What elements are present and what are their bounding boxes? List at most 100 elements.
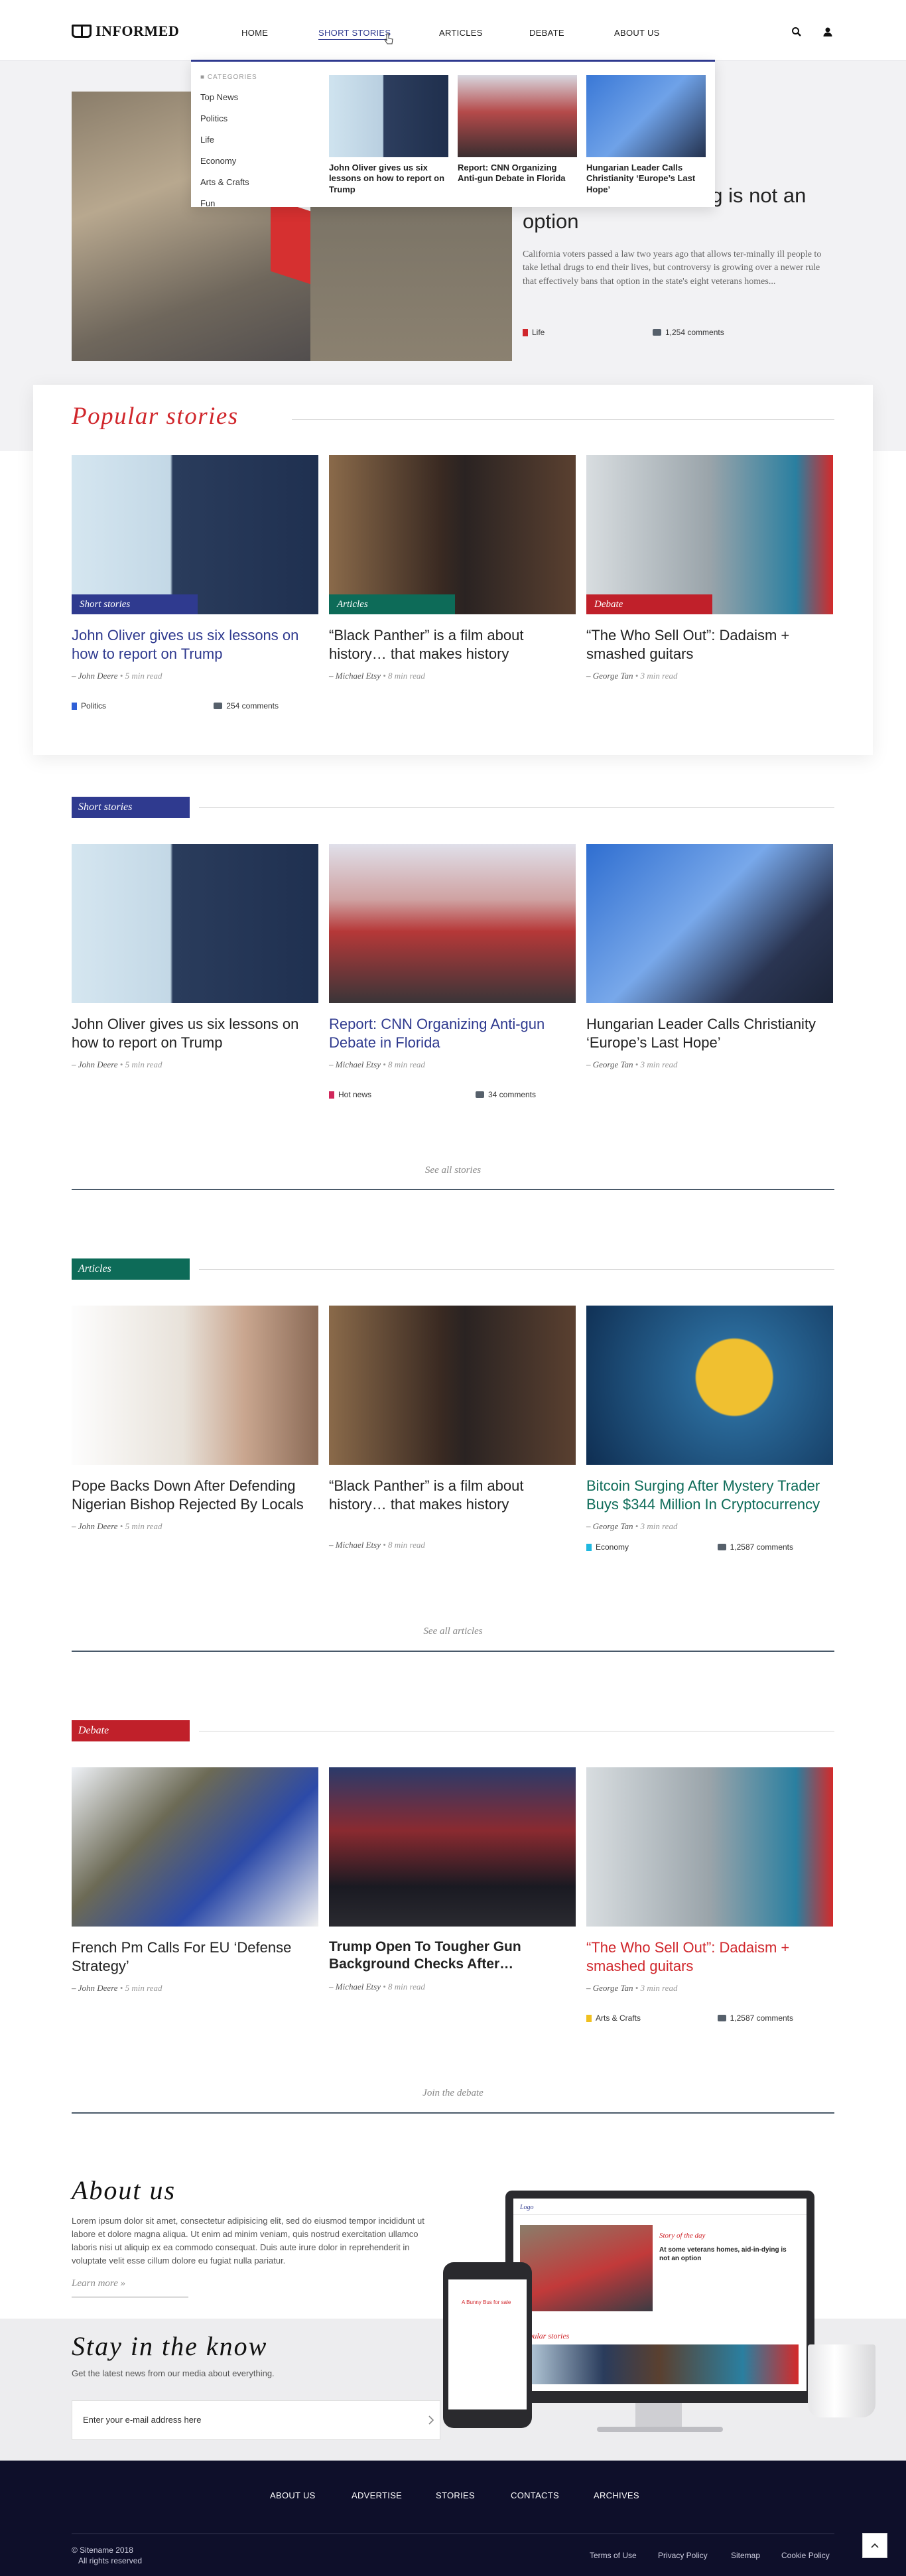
section-label-debate[interactable]: Debate [72, 1720, 190, 1741]
learn-more-link[interactable]: Learn more » [72, 2278, 125, 2289]
nav-short-stories[interactable]: SHORT STORIES [318, 28, 391, 38]
story-title[interactable]: French Pm Calls For EU ‘Defense Strategy… [72, 1938, 318, 1975]
story-category[interactable]: Politics [72, 701, 106, 711]
flag-icon [586, 2014, 592, 2022]
section-bottom-rule [72, 1651, 834, 1652]
footer-contacts[interactable]: CONTACTS [511, 2490, 559, 2500]
story-title[interactable]: “Black Panther” is a film about history…… [329, 1477, 576, 1513]
nav-articles[interactable]: ARTICLES [439, 28, 483, 38]
story-card[interactable]: Trump Open To Tougher Gun Background Che… [329, 1767, 576, 1992]
story-tag[interactable]: Short stories [72, 594, 198, 614]
about-title: About us [72, 2175, 176, 2205]
dropdown-story[interactable]: Report: CNN Organizing Anti-gun Debate i… [458, 75, 577, 184]
story-comments[interactable]: 1,2587 comments [717, 1542, 793, 1552]
logo[interactable]: INFORMED [72, 23, 179, 40]
story-image [586, 1306, 833, 1465]
story-title[interactable]: John Oliver gives us six lessons on how … [72, 1015, 318, 1051]
join-debate-link[interactable]: Join the debate [354, 2088, 552, 2099]
monitor-base [597, 2427, 723, 2432]
story-card[interactable]: Bitcoin Surging After Mystery Trader Buy… [586, 1306, 833, 1552]
story-title[interactable]: John Oliver gives us six lessons on how … [72, 626, 318, 663]
story-comments[interactable]: 1,2587 comments [717, 2013, 793, 2023]
footer-stories[interactable]: STORIES [436, 2490, 475, 2500]
dropdown-title-label: CATEGORIES [207, 74, 257, 81]
author-name: – Michael Etsy [329, 1540, 381, 1550]
hero-category[interactable]: Life [523, 328, 545, 337]
read-time: • 5 min read [117, 1059, 162, 1069]
story-author: – George Tan • 3 min read [586, 1059, 833, 1070]
story-card[interactable]: Short stories John Oliver gives us six l… [72, 455, 318, 711]
dropdown-story[interactable]: John Oliver gives us six lessons on how … [329, 75, 448, 195]
search-icon[interactable] [791, 27, 802, 37]
cat-arts-crafts[interactable]: Arts & Crafts [200, 177, 249, 187]
user-icon[interactable] [822, 27, 833, 37]
story-tag[interactable]: Debate [586, 594, 712, 614]
footer-cookie[interactable]: Cookie Policy [781, 2551, 830, 2560]
category-label: Hot news [338, 1090, 372, 1099]
story-title[interactable]: “The Who Sell Out”: Dadaism + smashed gu… [586, 626, 833, 663]
story-title[interactable]: Trump Open To Tougher Gun Background Che… [329, 1938, 576, 1974]
nav-about-us[interactable]: ABOUT US [614, 28, 660, 38]
see-all-articles-link[interactable]: See all articles [354, 1626, 552, 1637]
story-category[interactable]: Economy [586, 1542, 629, 1552]
nav-home[interactable]: HOME [241, 28, 268, 38]
story-title[interactable]: Report: CNN Organizing Anti-gun Debate i… [329, 1015, 576, 1051]
chevron-right-icon[interactable] [427, 2415, 435, 2425]
story-card[interactable]: Articles “Black Panther” is a film about… [329, 455, 576, 681]
story-title[interactable]: Bitcoin Surging After Mystery Trader Buy… [586, 1477, 833, 1513]
story-card[interactable]: “The Who Sell Out”: Dadaism + smashed gu… [586, 1767, 833, 2023]
see-all-stories-link[interactable]: See all stories [354, 1165, 552, 1176]
category-label: Arts & Crafts [596, 2013, 641, 2023]
email-field[interactable]: Enter your e-mail address here [72, 2400, 440, 2440]
author-name: – Michael Etsy [329, 1059, 381, 1069]
comment-icon [214, 703, 223, 709]
story-card[interactable]: Debate “The Who Sell Out”: Dadaism + sma… [586, 455, 833, 681]
hero-category-label: Life [532, 328, 545, 337]
comments-label: 1,2587 comments [730, 2013, 793, 2023]
mockup-logo: Logo [520, 2204, 534, 2211]
cat-top-news[interactable]: Top News [200, 92, 238, 102]
footer-archives[interactable]: ARCHIVES [594, 2490, 639, 2500]
story-card[interactable]: Report: CNN Organizing Anti-gun Debate i… [329, 844, 576, 1099]
story-author: – George Tan • 3 min read [586, 1983, 833, 1994]
story-card[interactable]: “Black Panther” is a film about history…… [329, 1306, 576, 1550]
cat-economy[interactable]: Economy [200, 156, 236, 166]
copyright: © Sitename 2018 All rights reserved [72, 2545, 142, 2566]
story-category[interactable]: Hot news [329, 1090, 371, 1099]
nav-active-underline [318, 39, 393, 40]
comments-label: 34 comments [487, 1090, 536, 1099]
story-tag[interactable]: Articles [329, 594, 455, 614]
read-time: • 3 min read [633, 1059, 678, 1069]
section-label-articles[interactable]: Articles [72, 1258, 190, 1280]
mockup-story-title: At some veterans homes, aid-in-dying is … [659, 2246, 787, 2262]
story-author: – John Deere • 5 min read [72, 1983, 318, 1994]
cat-life[interactable]: Life [200, 135, 214, 145]
footer-advertise[interactable]: ADVERTISE [352, 2490, 402, 2500]
dropdown-story[interactable]: Hungarian Leader Calls Christianity ‘Eur… [586, 75, 706, 195]
cat-fun[interactable]: Fun [200, 198, 215, 208]
site-header: INFORMED HOME SHORT STORIES ARTICLES DEB… [0, 0, 906, 61]
cat-politics[interactable]: Politics [200, 113, 227, 123]
story-title[interactable]: “Black Panther” is a film about history…… [329, 626, 576, 663]
footer-privacy[interactable]: Privacy Policy [658, 2551, 708, 2560]
story-card[interactable]: Pope Backs Down After Defending Nigerian… [72, 1306, 318, 1532]
story-card[interactable]: John Oliver gives us six lessons on how … [72, 844, 318, 1070]
story-card[interactable]: French Pm Calls For EU ‘Defense Strategy… [72, 1767, 318, 1994]
story-title[interactable]: Hungarian Leader Calls Christianity ‘Eur… [586, 1015, 833, 1051]
story-category[interactable]: Arts & Crafts [586, 2013, 641, 2023]
story-comments[interactable]: 254 comments [214, 701, 279, 711]
read-time: • 8 min read [380, 1540, 425, 1550]
story-title[interactable]: “The Who Sell Out”: Dadaism + smashed gu… [586, 1938, 833, 1975]
footer-about-us[interactable]: ABOUT US [270, 2490, 316, 2500]
dropdown-story-title: Hungarian Leader Calls Christianity ‘Eur… [586, 163, 696, 194]
story-comments[interactable]: 34 comments [475, 1090, 536, 1099]
back-to-top-button[interactable] [862, 2533, 887, 2558]
story-card[interactable]: Hungarian Leader Calls Christianity ‘Eur… [586, 844, 833, 1070]
nav-debate[interactable]: DEBATE [529, 28, 564, 38]
footer-terms[interactable]: Terms of Use [590, 2551, 637, 2560]
section-label-short-stories[interactable]: Short stories [72, 797, 190, 818]
hero-comments[interactable]: 1,254 comments [653, 328, 724, 337]
story-title[interactable]: Pope Backs Down After Defending Nigerian… [72, 1477, 318, 1513]
footer-sitemap[interactable]: Sitemap [731, 2551, 760, 2560]
story-image [586, 844, 833, 1003]
